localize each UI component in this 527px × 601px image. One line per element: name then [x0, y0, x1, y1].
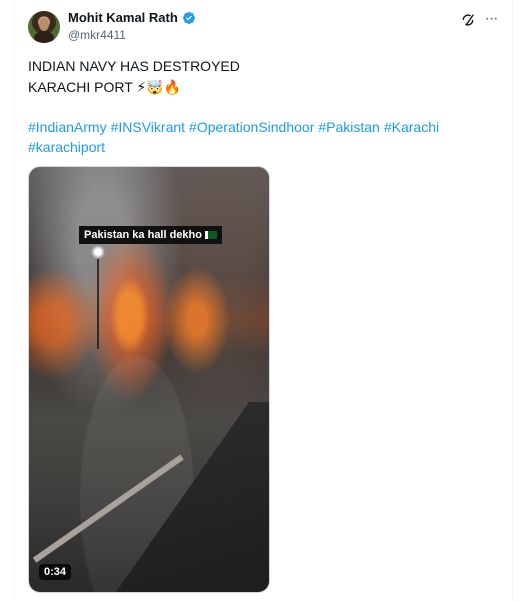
- post-emojis: ⚡🤯🔥: [136, 79, 182, 95]
- author-display-name[interactable]: Mohit Kamal Rath: [68, 10, 178, 25]
- hashtag-link[interactable]: #IndianArmy: [28, 119, 107, 135]
- author-handle[interactable]: @mkr4411: [68, 28, 126, 42]
- road-surface: [109, 402, 269, 592]
- video-caption-text: Pakistan ka hall dekho: [84, 229, 202, 241]
- avatar-body: [34, 31, 54, 43]
- hashtag-link[interactable]: #INSVikrant: [111, 119, 185, 135]
- grok-icon[interactable]: [460, 12, 476, 28]
- video-caption-overlay: Pakistan ka hall dekho: [79, 226, 222, 244]
- author-name-row: Mohit Kamal Rath: [68, 10, 196, 25]
- avatar-face: [39, 18, 49, 31]
- hashtag-list: #IndianArmy #INSVikrant #OperationSindhoor…: [28, 117, 498, 157]
- video-duration-badge: 0:34: [39, 564, 72, 580]
- video-player[interactable]: Pakistan ka hall dekho 0:34: [28, 166, 270, 593]
- post-text-line-1: INDIAN NAVY HAS DESTROYED: [28, 58, 240, 74]
- post-text-line-2-words: KARACHI PORT: [28, 79, 133, 95]
- hashtag-link[interactable]: #Karachi: [384, 119, 439, 135]
- hashtag-link[interactable]: #karachiport: [28, 139, 105, 155]
- lamp-pole: [97, 259, 99, 349]
- more-icon[interactable]: ···: [482, 10, 500, 28]
- street-lamp: [91, 245, 105, 259]
- hashtag-link[interactable]: #OperationSindhoor: [189, 119, 314, 135]
- post-text-line-2: KARACHI PORT ⚡🤯🔥: [28, 79, 181, 96]
- hashtag-link[interactable]: #Pakistan: [318, 119, 379, 135]
- pakistan-flag-icon: [205, 231, 217, 240]
- avatar[interactable]: [28, 11, 60, 43]
- verified-badge-icon: [182, 11, 195, 24]
